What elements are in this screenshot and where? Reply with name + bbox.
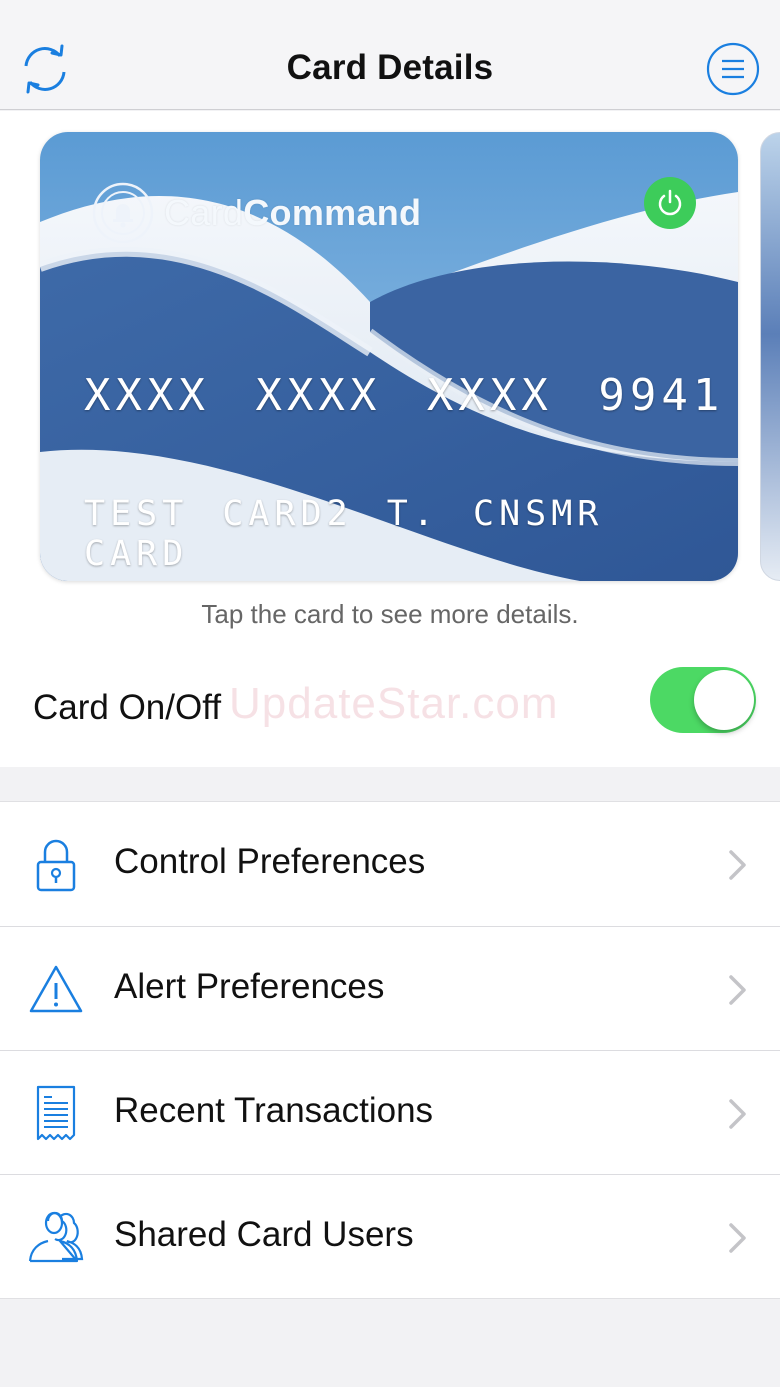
row-label: Recent Transactions [114, 1091, 434, 1130]
card-options-list: Control Preferences Alert Preferences Re… [0, 801, 780, 1299]
card-section: CardCommand XXXX XXXX XXXX 9941 TEST CAR… [0, 111, 780, 767]
chevron-right-icon [726, 1221, 750, 1255]
card-on-off-toggle[interactable] [650, 667, 756, 733]
nav-bar: Card Details [0, 0, 780, 110]
receipt-icon [26, 1081, 86, 1145]
control-preferences-row[interactable]: Control Preferences [0, 802, 780, 926]
card-brand-name: CardCommand [164, 192, 422, 233]
card-brand-logo: CardCommand [90, 180, 421, 246]
card-holder-name: TEST CARD2 T. CNSMR CARD [84, 494, 604, 574]
alert-preferences-row[interactable]: Alert Preferences [0, 926, 780, 1050]
warning-icon [26, 957, 86, 1021]
chevron-right-icon [726, 848, 750, 882]
menu-icon[interactable] [704, 40, 762, 98]
watermark: UpdateStar.com [229, 679, 559, 728]
power-icon[interactable] [644, 177, 696, 229]
bell-logo-icon [92, 182, 154, 244]
payment-card[interactable]: CardCommand XXXX XXXX XXXX 9941 TEST CAR… [40, 132, 738, 581]
chevron-right-icon [726, 973, 750, 1007]
card-toggle-label: Card On/Off [33, 688, 222, 727]
recent-transactions-row[interactable]: Recent Transactions [0, 1050, 780, 1174]
lock-icon [26, 832, 86, 896]
next-card-peek[interactable] [760, 132, 780, 581]
card-hint-text: Tap the card to see more details. [201, 599, 579, 629]
card-number: XXXX XXXX XXXX 9941 [84, 370, 725, 421]
row-label: Shared Card Users [114, 1215, 414, 1254]
chevron-right-icon [726, 1097, 750, 1131]
row-label: Control Preferences [114, 842, 426, 881]
shared-card-users-row[interactable]: Shared Card Users [0, 1174, 780, 1298]
page-title: Card Details [286, 48, 494, 87]
row-label: Alert Preferences [114, 967, 385, 1006]
users-icon [26, 1205, 86, 1269]
toggle-knob [694, 670, 754, 730]
